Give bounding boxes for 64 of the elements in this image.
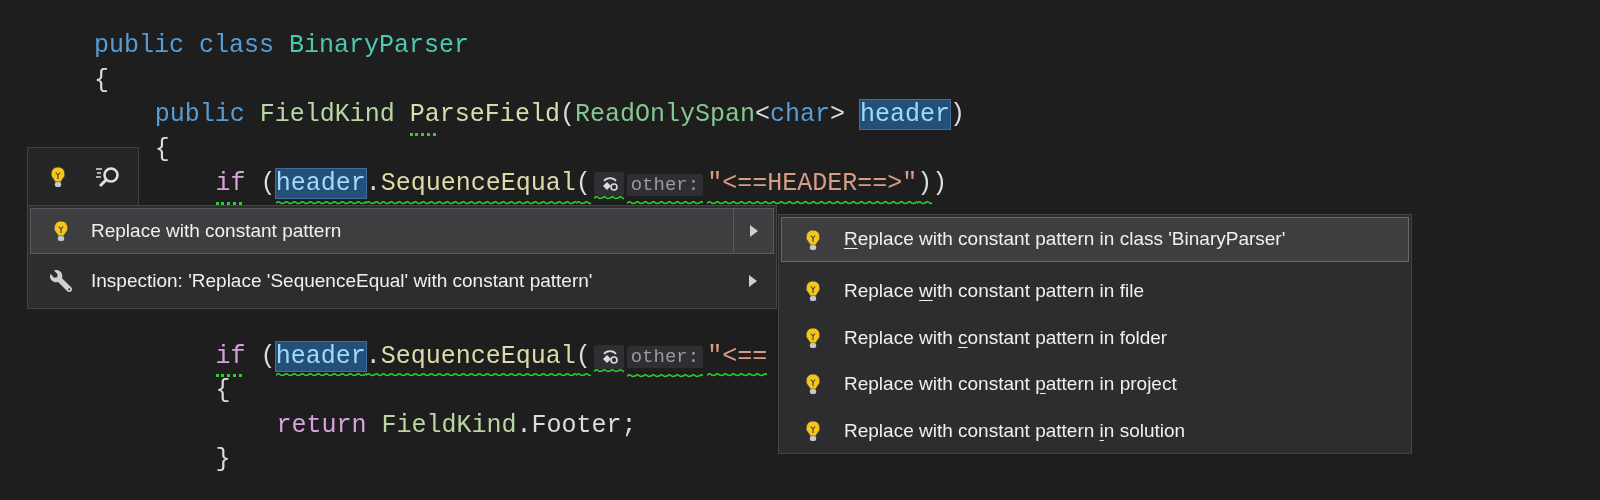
- lightbulb-icon: [805, 326, 821, 349]
- code-token: if: [215, 341, 246, 371]
- lightbulb-icon: [805, 280, 821, 303]
- code-token: >: [829, 100, 846, 129]
- code-token: .: [516, 410, 532, 440]
- submenu-item-label: Replace with constant pattern in file: [844, 279, 1144, 303]
- code-token: ): [917, 169, 933, 198]
- code-token: char: [769, 100, 830, 129]
- code-token: ;: [621, 410, 637, 440]
- submenu-item[interactable]: Replace with constant pattern in folder: [781, 314, 1409, 361]
- lightbulb-icon: [805, 228, 821, 251]
- menu-item[interactable]: Inspection: 'Replace 'SequenceEqual' with constant pattern': [30, 258, 774, 304]
- code-token: (: [559, 100, 575, 129]
- parameter-hint-icon: [593, 172, 624, 197]
- submenu-item[interactable]: Replace with constant pattern in file: [781, 268, 1409, 315]
- code-token: Footer: [531, 410, 622, 440]
- lightbulb-icon: [50, 166, 66, 188]
- code-token: {: [94, 65, 109, 95]
- menu-item[interactable]: Replace with constant pattern: [30, 208, 774, 254]
- submenu-item[interactable]: Replace with constant pattern in class 'BinaryParser': [781, 217, 1409, 262]
- submenu-item[interactable]: Replace with constant pattern in solution: [781, 407, 1409, 454]
- code-token: (: [259, 169, 276, 198]
- submenu-item-label: Replace with constant pattern in solution: [844, 418, 1186, 443]
- code-token: public: [154, 100, 246, 129]
- code-token: ParseField: [409, 100, 560, 129]
- search-icon: [95, 165, 121, 189]
- code-token: (: [575, 169, 591, 198]
- menu-item-label: Inspection: 'Replace 'SequenceEqual' with constant pattern': [91, 268, 594, 293]
- parameter-hint: other:: [626, 173, 704, 196]
- parameter-hint: other:: [626, 346, 704, 368]
- submenu-item-label: Replace with constant pattern in folder: [844, 325, 1168, 350]
- code-token: ReadOnlySpan: [574, 100, 755, 129]
- menu-item-label: Replace with constant pattern: [91, 218, 343, 243]
- code-token: if: [215, 169, 246, 198]
- code-token: SequenceEqual: [380, 341, 576, 371]
- code-token: .: [365, 169, 381, 198]
- parameter-hint-icon: [593, 344, 624, 369]
- code-token: "<==: [707, 341, 768, 371]
- code-token: return: [276, 410, 368, 440]
- code-token: ): [950, 100, 965, 129]
- code-token: BinaryParser: [289, 31, 470, 60]
- code-token: FieldKind: [381, 410, 517, 440]
- submenu-item[interactable]: Replace with constant pattern in project: [781, 361, 1409, 408]
- code-token: .: [365, 341, 381, 371]
- code-token: ): [932, 169, 948, 198]
- code-token: header: [275, 341, 366, 371]
- code-token: SequenceEqual: [380, 169, 576, 198]
- code-token: {: [154, 134, 170, 164]
- code-token: {: [215, 376, 231, 405]
- code-token: FieldKind: [259, 100, 396, 129]
- lightbulb-icon: [805, 419, 821, 442]
- code-token: header: [275, 169, 366, 198]
- lightbulb-icon: [53, 220, 69, 242]
- lightbulb-icon: [805, 373, 821, 396]
- code-token: "<==HEADER==>": [707, 169, 918, 198]
- code-token: header: [860, 100, 950, 129]
- code-token: <: [754, 100, 770, 129]
- wrench-icon: [50, 270, 72, 292]
- code-token: (: [259, 341, 276, 371]
- submenu-item-label: Replace with constant pattern in class 'BinaryParser': [844, 227, 1286, 252]
- code-token: }: [215, 445, 231, 474]
- submenu-item-label: Replace with constant pattern in project: [844, 372, 1177, 396]
- code-token: public class: [94, 31, 276, 60]
- code-token: (: [575, 341, 591, 371]
